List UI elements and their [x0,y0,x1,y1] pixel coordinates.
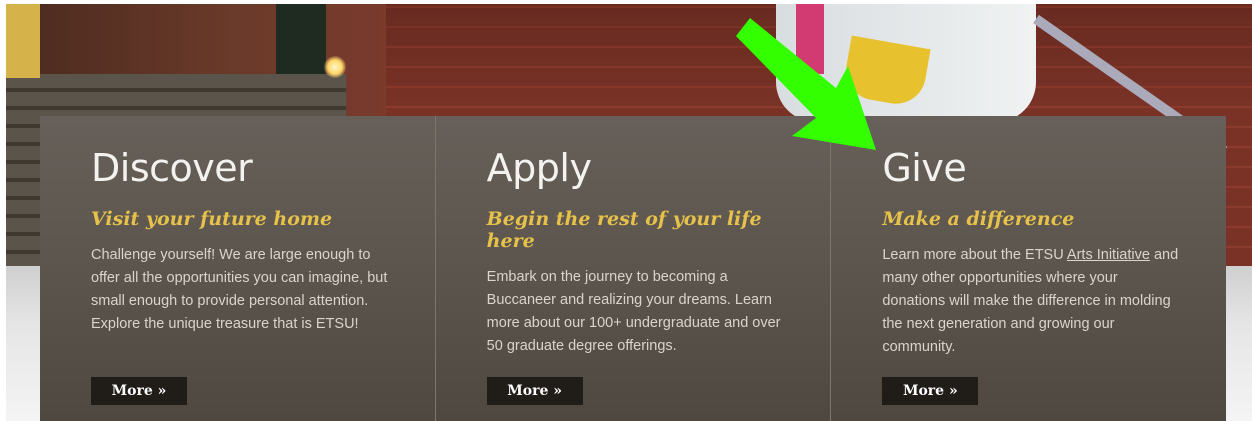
arts-initiative-link[interactable]: Arts Initiative [1067,247,1150,263]
panel-body: Challenge yourself! We are large enough … [91,247,388,332]
panel-title: Discover [91,146,253,190]
more-button-give[interactable]: More » [882,377,979,405]
hero-door [276,4,326,74]
hero-window [6,4,40,78]
feature-panels: Discover Visit your future home Challeng… [40,116,1227,421]
panel-apply: Apply Begin the rest of your life here E… [435,116,832,421]
panel-body-text: and many other opportunities where your … [882,247,1179,355]
panel-subtitle: Visit your future home [91,208,333,230]
panel-body-text: Learn more about the ETSU [882,247,1067,263]
more-button-discover[interactable]: More » [91,377,187,405]
more-button-apply[interactable]: More » [486,377,583,405]
panel-discover: Discover Visit your future home Challeng… [40,116,436,421]
arrow-down-right-icon [736,18,876,150]
panel-give: Give Make a difference Learn more about … [831,116,1227,421]
panel-title: Give [882,146,967,190]
panel-subtitle: Begin the rest of your life here [486,208,762,252]
panel-body: Learn more about the ETSU Arts Initiativ… [882,244,1182,359]
panel-subtitle: Make a difference [882,208,1075,230]
hero-lamp [324,56,346,78]
panel-body: Embark on the journey to becoming a Bucc… [486,269,781,354]
